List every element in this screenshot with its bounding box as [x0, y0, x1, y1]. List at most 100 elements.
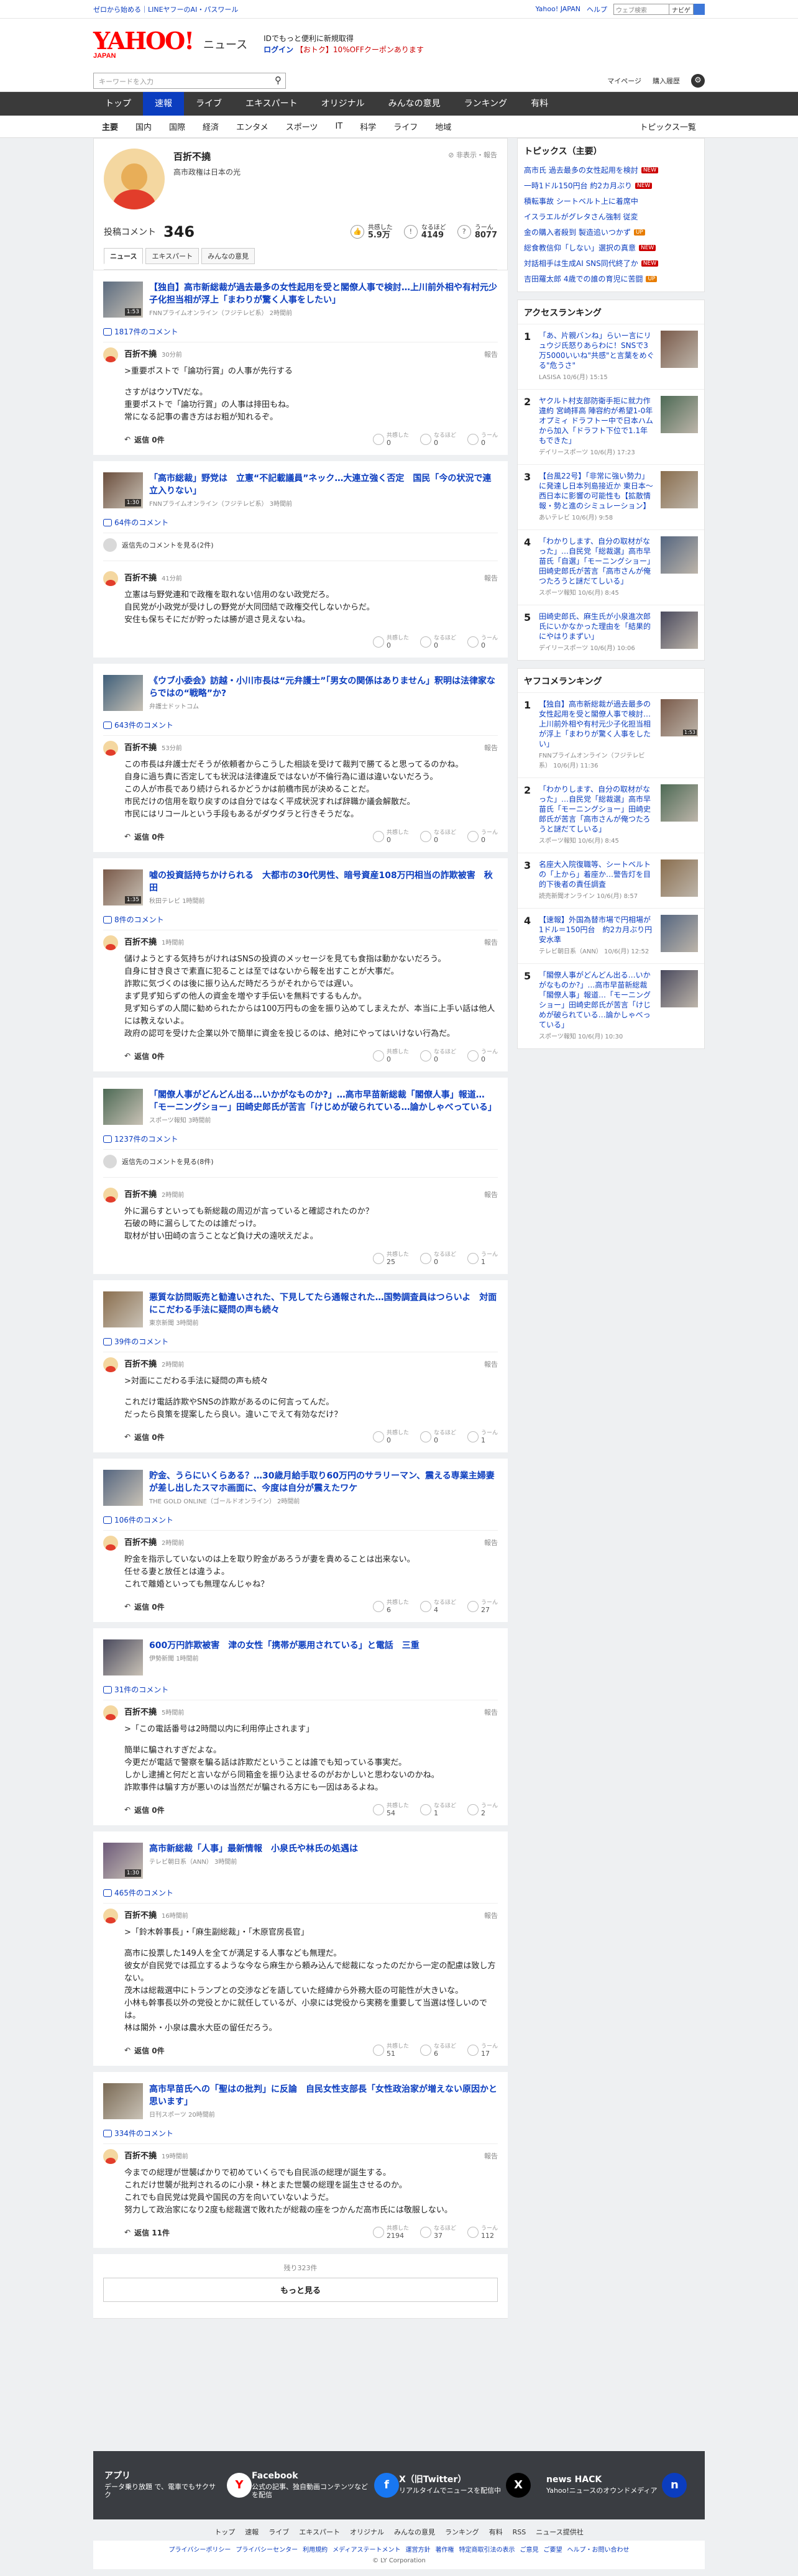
topic-item[interactable]: 一時1ドル150円台 約2カ月ぶり NEW	[518, 178, 704, 193]
ranking-thumbnail[interactable]	[661, 915, 698, 952]
footer-link[interactable]: ランキング	[445, 2528, 479, 2536]
news-section-label[interactable]: ニュース	[203, 36, 247, 52]
category-tab-7[interactable]: 科学	[351, 121, 385, 132]
nav-tab-6[interactable]: ランキング	[452, 92, 520, 116]
category-tab-6[interactable]: IT	[326, 122, 351, 131]
yahoo-japan-link[interactable]: Yahoo! JAPAN	[535, 5, 580, 13]
nav-tab-1[interactable]: 速報	[143, 92, 184, 116]
article-link[interactable]: 悪質な訪問販売と勧違いされた、下見してたら通報された…国勢調査員はつらいよ 対面…	[103, 1291, 498, 1327]
article-link[interactable]: 1:30 「高市総裁」野党は 立憲“不記載議員”ネック…大連立強く否定 国民「今の…	[103, 472, 498, 508]
web-search-button[interactable]: ナビゲ	[669, 3, 694, 15]
legal-link[interactable]: メディアステートメント	[332, 2547, 400, 2554]
report-link[interactable]: 報告	[484, 573, 498, 583]
comment-count-link[interactable]: 1237件のコメント	[103, 1134, 498, 1150]
report-link[interactable]: 報告	[484, 349, 498, 359]
comment-count-link[interactable]: 8件のコメント	[103, 914, 498, 930]
report-link[interactable]: 報告	[484, 937, 498, 947]
comment-count-link[interactable]: 1817件のコメント	[103, 326, 498, 342]
commenter-name[interactable]: 百折不撓	[124, 347, 157, 359]
nav-tab-5[interactable]: みんなの意見	[377, 92, 452, 116]
report-link[interactable]: 報告	[484, 1707, 498, 1717]
reaction-empathy-button[interactable]: 共感した 0	[372, 635, 409, 649]
article-link[interactable]: 600万円詐欺被害 津の女性「携帯が悪用されている」と電話 三重 伊勢新聞 1時間…	[103, 1639, 498, 1675]
commenter-name[interactable]: 百折不撓	[124, 571, 157, 583]
ranking-thumbnail[interactable]	[661, 970, 698, 1007]
reaction-empathy-button[interactable]: 共感した 6	[372, 1600, 409, 1613]
reaction-naruhodo-button[interactable]: なるほど 0	[420, 433, 456, 446]
article-thumbnail[interactable]	[103, 675, 143, 711]
ranking-item[interactable]: 2 「わかりします、自分の取材がなった」…自民党「総裁選」高市早苗氏「モーニングシ…	[518, 777, 704, 853]
ranking-title[interactable]: 名座大入院復職等、シートベルトの「上から」着座か…警告灯を目的下後者の責任調査	[539, 859, 654, 889]
article-link[interactable]: 《ウブ小委会》訪越・小川市長は“元弁護士”「男女の関係はありません」釈明は法律家…	[103, 675, 498, 711]
reaction-naruhodo-button[interactable]: なるほど 0	[420, 830, 456, 843]
ranking-title[interactable]: 【速報】外国為替市場で円相場が1ドル＝150円台 約2カ月ぶり円安水準	[539, 915, 654, 945]
article-link[interactable]: 「閣僚人事がどんどん出る…いかがなものか?」…高市早苗新総裁「閣僚人事」報道…「…	[103, 1089, 498, 1125]
ranking-thumbnail[interactable]	[661, 859, 698, 897]
footer-banner-3[interactable]: news HACK Yahoo!ニュースのオウンドメディア n	[546, 2473, 694, 2498]
tab-opinion[interactable]: みんなの意見	[201, 248, 255, 264]
category-tab-5[interactable]: スポーツ	[277, 121, 327, 132]
reply-button[interactable]: ↶ 返信 0件	[124, 1805, 165, 1815]
reaction-empathy-button[interactable]: 共感した 54	[372, 1803, 409, 1817]
reaction-empathy-button[interactable]: 共感した 25	[372, 1252, 409, 1265]
keyword-search-input[interactable]: キーワードを入力	[93, 72, 286, 89]
promo-link[interactable]: ゼロから始める｜LINEヤフーのAI・パスワール	[93, 4, 238, 14]
reaction-naruhodo-button[interactable]: なるほど 6	[420, 2043, 456, 2057]
tab-news[interactable]: ニュース	[104, 248, 144, 264]
reaction-empathy-button[interactable]: 共感した 0	[372, 1049, 409, 1063]
reply-button[interactable]: ↶ 返信 0件	[124, 2045, 165, 2056]
nav-tab-2[interactable]: ライブ	[184, 92, 234, 116]
load-more-button[interactable]: もっと見る	[103, 2278, 498, 2302]
article-title[interactable]: 高市早苗氏への「聖はの批判」に反論 自民女性支部長「女性政治家が増えない原因かと…	[149, 2083, 498, 2108]
topic-item[interactable]: 金の購入者殺到 製造追いつかず UP	[518, 224, 704, 240]
reaction-naruhodo-button[interactable]: なるほど 37	[420, 2225, 456, 2239]
comment-count-link[interactable]: 643件のコメント	[103, 720, 498, 736]
ranking-thumbnail[interactable]	[661, 471, 698, 508]
mypage-link[interactable]: マイページ	[607, 76, 641, 86]
reply-thread-link[interactable]: 返信先のコメントを見る(2件)	[103, 538, 498, 561]
reaction-uun-button[interactable]: うーん 2	[467, 1803, 498, 1817]
report-link[interactable]: 報告	[484, 1910, 498, 1920]
reaction-empathy-button[interactable]: 共感した 0	[372, 1430, 409, 1444]
reaction-uun-button[interactable]: うーん 0	[467, 830, 498, 843]
article-thumbnail[interactable]	[103, 1291, 143, 1327]
ranking-thumbnail[interactable]	[661, 784, 698, 822]
purchase-history-link[interactable]: 購入履歴	[653, 76, 680, 86]
article-title[interactable]: 600万円詐欺被害 津の女性「携帯が悪用されている」と電話 三重	[149, 1639, 420, 1652]
ranking-item[interactable]: 4 【速報】外国為替市場で円相場が1ドル＝150円台 約2カ月ぶり円安水準 テレビ朝…	[518, 908, 704, 963]
tab-expert[interactable]: エキスパート	[145, 248, 200, 264]
ranking-title[interactable]: 「わかりします、自分の取材がなった」…自民党「総裁選」高市早苗氏「モーニングショ…	[539, 784, 654, 834]
footer-link[interactable]: オリジナル	[350, 2528, 384, 2536]
comment-count-link[interactable]: 64件のコメント	[103, 517, 498, 533]
reaction-naruhodo-button[interactable]: なるほど 4	[420, 1600, 456, 1613]
article-thumbnail[interactable]	[103, 1470, 143, 1506]
article-title[interactable]: 悪質な訪問販売と勧違いされた、下見してたら通報された…国勢調査員はつらいよ 対面…	[149, 1291, 498, 1316]
reaction-naruhodo-button[interactable]: なるほど 0	[420, 1430, 456, 1444]
commenter-name[interactable]: 百折不撓	[124, 1536, 157, 1547]
ranking-thumbnail[interactable]: 1:53	[661, 699, 698, 736]
footer-link[interactable]: 速報	[245, 2528, 259, 2536]
category-tab-3[interactable]: 経済	[194, 121, 227, 132]
reaction-uun-button[interactable]: うーん 1	[467, 1430, 498, 1444]
reaction-empathy-button[interactable]: 共感した 0	[372, 830, 409, 843]
article-thumbnail[interactable]: 1:53	[103, 282, 143, 318]
article-thumbnail[interactable]	[103, 1639, 143, 1675]
reaction-empathy-button[interactable]: 共感した 51	[372, 2043, 409, 2057]
report-link[interactable]: 報告	[484, 743, 498, 753]
reaction-empathy-button[interactable]: 共感した 0	[372, 433, 409, 446]
ranking-item[interactable]: 5 「閣僚人事がどんどん出る…いかがなものか?」…高市早苗新総裁「閣僚人事」報道……	[518, 963, 704, 1048]
ranking-title[interactable]: 【台風22号】「非常に強い勢力」に発達し日本列島接近か 東日本〜西日本に影響の可…	[539, 471, 654, 511]
comment-count-link[interactable]: 39件のコメント	[103, 1336, 498, 1352]
ranking-title[interactable]: 「閣僚人事がどんどん出る…いかがなものか?」…高市早苗新総裁「閣僚人事」報道…「…	[539, 970, 654, 1030]
reply-button[interactable]: ↶ 返信 0件	[124, 1602, 165, 1612]
coupon-link[interactable]: 【おトク】10%OFFクーポンあります	[296, 45, 424, 54]
nav-tab-3[interactable]: エキスパート	[234, 92, 310, 116]
reaction-uun-button[interactable]: うーん 112	[467, 2225, 498, 2239]
footer-banner-1[interactable]: Facebook 公式の記事、独自動画コンテンツなどを配信 f	[252, 2472, 399, 2499]
footer-link[interactable]: トップ	[214, 2528, 235, 2536]
article-thumbnail[interactable]	[103, 1089, 143, 1125]
footer-banner-2[interactable]: X（旧Twitter） リアルタイムでニュースを配信中 X	[399, 2473, 546, 2498]
ranking-thumbnail[interactable]	[661, 536, 698, 574]
ranking-item[interactable]: 3 【台風22号】「非常に強い勢力」に発達し日本列島接近か 東日本〜西日本に影響の…	[518, 464, 704, 529]
legal-link[interactable]: ご要望	[543, 2547, 562, 2554]
